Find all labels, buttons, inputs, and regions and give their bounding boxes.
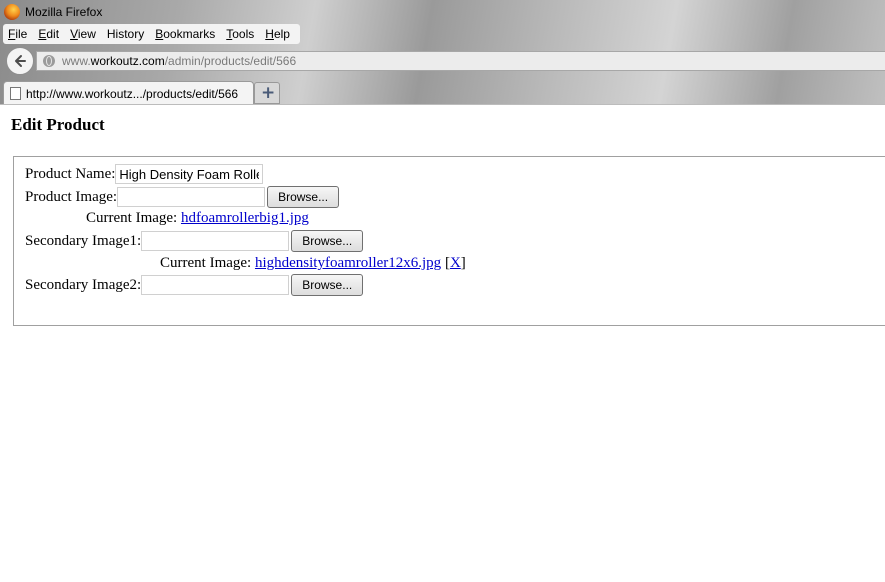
product-image-label: Product Image: <box>25 188 118 205</box>
new-tab-button[interactable]: + <box>254 82 280 104</box>
window-title: Mozilla Firefox <box>25 5 103 19</box>
menu-item-tools[interactable]: Tools <box>221 24 260 44</box>
firefox-logo-icon <box>4 4 20 20</box>
page-icon <box>10 87 21 100</box>
secondary-image1-current-label: Current Image: <box>160 255 252 271</box>
secondary-image2-file-input[interactable] <box>141 275 290 295</box>
browser-chrome: Mozilla Firefox File Edit View History Bookm… <box>0 0 885 104</box>
product-name-label: Product Name: <box>25 165 116 182</box>
product-image-row: Product Image: Browse... <box>25 186 340 208</box>
product-name-input[interactable] <box>115 164 264 184</box>
url-bar[interactable]: www.workoutz.com/admin/products/edit/566 <box>36 51 885 71</box>
secondary-image1-link[interactable]: highdensityfoamroller12x6.jpg <box>255 255 441 272</box>
current-image-label: Current Image: <box>86 210 178 226</box>
secondary-image1-file-input[interactable] <box>141 231 290 251</box>
secondary-image1-current-row: Current Image: highdensityfoamroller12x6… <box>160 255 466 272</box>
back-button[interactable] <box>6 47 34 75</box>
secondary-image2-browse-button[interactable]: Browse... <box>291 274 364 296</box>
secondary-image2-row: Secondary Image2: Browse... <box>25 274 364 296</box>
tab-strip: http://www.workoutz.../products/edit/566… <box>0 80 885 104</box>
menu-item-help[interactable]: Help <box>260 24 296 44</box>
navigation-bar: www.workoutz.com/admin/products/edit/566 <box>0 46 885 76</box>
globe-icon <box>43 55 55 67</box>
current-image-link[interactable]: hdfoamrollerbig1.jpg <box>181 210 309 227</box>
url-text[interactable]: www.workoutz.com/admin/products/edit/566 <box>62 54 296 68</box>
menu-item-bookmarks[interactable]: Bookmarks <box>150 24 221 44</box>
title-bar: Mozilla Firefox <box>0 0 885 24</box>
product-name-row: Product Name: <box>25 164 264 184</box>
menu-item-history[interactable]: History <box>102 24 150 44</box>
current-image-row: Current Image: hdfoamrollerbig1.jpg <box>86 210 309 227</box>
tab-edit-product[interactable]: http://www.workoutz.../products/edit/566 <box>3 81 254 104</box>
secondary-image1-browse-button[interactable]: Browse... <box>291 230 364 252</box>
menu-bar: File Edit View History Bookmarks Tools Help <box>3 24 300 44</box>
menu-item-file[interactable]: File <box>3 24 33 44</box>
menu-item-view[interactable]: View <box>65 24 102 44</box>
tab-title: http://www.workoutz.../products/edit/566 <box>26 87 239 101</box>
menu-list: File Edit View History Bookmarks Tools Help <box>3 24 300 44</box>
product-image-browse-button[interactable]: Browse... <box>267 186 340 208</box>
page-content: Edit Product Product Name: Product Image… <box>0 104 885 582</box>
remove-bracket-close: ] <box>460 255 466 271</box>
menu-item-edit[interactable]: Edit <box>33 24 65 44</box>
back-arrow-icon <box>15 55 26 67</box>
plus-icon: + <box>261 83 276 103</box>
secondary-image1-label: Secondary Image1: <box>25 232 142 249</box>
secondary-image1-row: Secondary Image1: Browse... <box>25 230 364 252</box>
product-image-file-input[interactable] <box>117 187 266 207</box>
remove-secondary-image1-link[interactable]: X <box>450 255 461 272</box>
secondary-image2-label: Secondary Image2: <box>25 276 142 293</box>
page-title: Edit Product <box>11 115 105 134</box>
